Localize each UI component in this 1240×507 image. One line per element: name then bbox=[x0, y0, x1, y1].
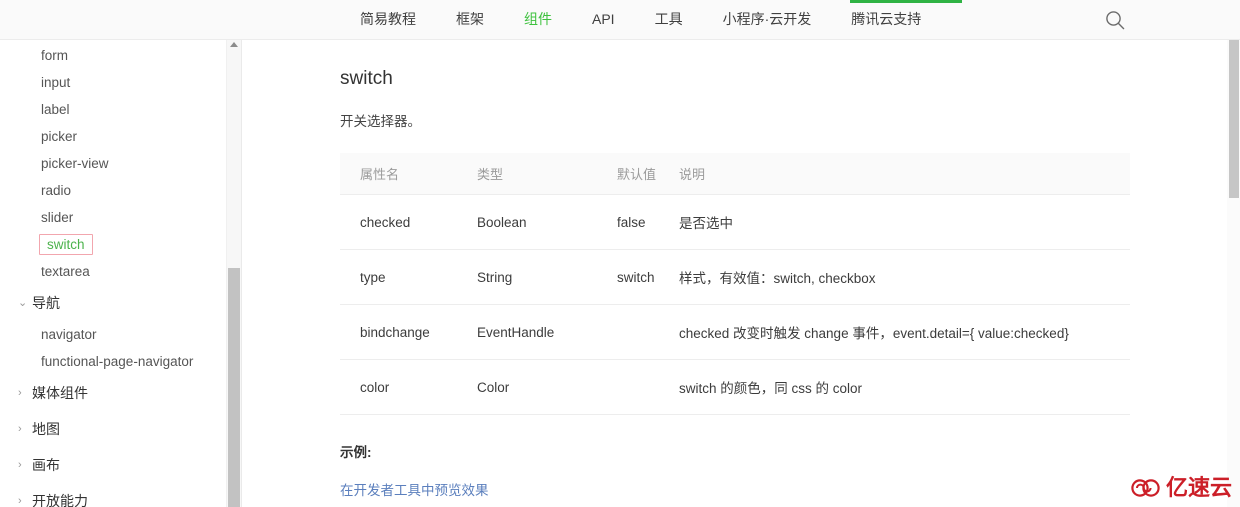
sidebar-scrollbar-thumb[interactable] bbox=[228, 268, 240, 507]
page-title: switch bbox=[340, 68, 393, 89]
watermark: 亿速云 bbox=[1131, 471, 1232, 505]
yisuyun-logo-icon bbox=[1131, 479, 1160, 497]
sidebar-item-navigator[interactable]: navigator bbox=[0, 321, 228, 348]
sidebar-group-navigation-label: 导航 bbox=[32, 295, 60, 311]
nav-item-components[interactable]: 组件 bbox=[504, 0, 572, 39]
cell-name: type bbox=[340, 249, 457, 305]
column-header-name: 属性名 bbox=[340, 153, 457, 195]
table-header-row: 属性名 类型 默认值 说明 bbox=[340, 153, 1130, 195]
cell-desc: 是否选中 bbox=[659, 194, 1130, 250]
sidebar-item-textarea[interactable]: textarea bbox=[0, 258, 228, 285]
sidebar-group-canvas-label: 画布 bbox=[32, 457, 60, 473]
nav-item-tools[interactable]: 工具 bbox=[635, 0, 703, 39]
sidebar-item-label[interactable]: label bbox=[0, 96, 228, 123]
sidebar-group-map-label: 地图 bbox=[32, 421, 60, 437]
cell-name: bindchange bbox=[340, 304, 457, 360]
column-header-type: 类型 bbox=[457, 153, 597, 195]
cell-desc: checked 改变时触发 change 事件，event.detail={ v… bbox=[659, 304, 1130, 360]
column-header-desc: 说明 bbox=[659, 153, 1130, 195]
table-row: checked Boolean false 是否选中 bbox=[340, 194, 1130, 250]
nav-item-cloud-dev[interactable]: 小程序·云开发 bbox=[703, 0, 832, 39]
page-scrollbar-thumb[interactable] bbox=[1229, 40, 1239, 198]
nav-item-framework[interactable]: 框架 bbox=[436, 0, 504, 39]
sidebar-item-picker-view[interactable]: picker-view bbox=[0, 150, 228, 177]
chevron-right-icon: › bbox=[18, 423, 22, 435]
devtools-preview-link[interactable]: 在开发者工具中预览效果 bbox=[340, 479, 489, 499]
table-row: type String switch 样式，有效值：switch, checkb… bbox=[340, 249, 1130, 305]
sidebar-group-canvas[interactable]: › 画布 bbox=[0, 447, 228, 483]
cell-default bbox=[597, 304, 659, 360]
left-sidebar: form input label picker picker-view radi… bbox=[0, 40, 242, 507]
sidebar-group-navigation[interactable]: ⌄ 导航 bbox=[0, 285, 228, 321]
cell-default: false bbox=[597, 194, 659, 250]
sidebar-item-picker[interactable]: picker bbox=[0, 123, 228, 150]
cell-name: color bbox=[340, 359, 457, 415]
sidebar-list: form input label picker picker-view radi… bbox=[0, 40, 228, 507]
cell-desc: 样式，有效值：switch, checkbox bbox=[659, 249, 1130, 305]
chevron-down-icon: ⌄ bbox=[18, 297, 28, 309]
sidebar-item-slider[interactable]: slider bbox=[0, 204, 228, 231]
example-heading: 示例: bbox=[340, 445, 372, 460]
sidebar-scrollbar[interactable] bbox=[226, 40, 241, 507]
column-header-default: 默认值 bbox=[597, 153, 659, 195]
sidebar-item-radio[interactable]: radio bbox=[0, 177, 228, 204]
nav-item-tencent-cloud[interactable]: 腾讯云支持 bbox=[831, 0, 941, 39]
sidebar-group-open-ability-label: 开放能力 bbox=[32, 493, 88, 507]
sidebar-item-form[interactable]: form bbox=[0, 42, 228, 69]
cell-default bbox=[597, 359, 659, 415]
cell-type: Color bbox=[457, 359, 597, 415]
nav-item-tutorial[interactable]: 简易教程 bbox=[340, 0, 436, 39]
sidebar-item-input[interactable]: input bbox=[0, 69, 228, 96]
chevron-right-icon: › bbox=[18, 387, 22, 399]
page-scrollbar[interactable] bbox=[1227, 40, 1240, 507]
sidebar-item-switch[interactable]: switch bbox=[39, 234, 93, 255]
cell-type: Boolean bbox=[457, 194, 597, 250]
sidebar-item-functional-page-navigator[interactable]: functional-page-navigator bbox=[0, 348, 228, 375]
attributes-table: 属性名 类型 默认值 说明 checked Boolean false 是否选中… bbox=[340, 153, 1130, 415]
doc-body: switch 开关选择器。 属性名 类型 默认值 说明 checked Bool… bbox=[340, 40, 1130, 507]
table-row: color Color switch 的颜色，同 css 的 color bbox=[340, 359, 1130, 415]
top-nav: 简易教程 框架 组件 API 工具 小程序·云开发 腾讯云支持 bbox=[340, 0, 941, 39]
main-content: switch 开关选择器。 属性名 类型 默认值 说明 checked Bool… bbox=[243, 40, 1227, 507]
top-header: 简易教程 框架 组件 API 工具 小程序·云开发 腾讯云支持 bbox=[0, 0, 1240, 40]
cell-type: String bbox=[457, 249, 597, 305]
cell-type: EventHandle bbox=[457, 304, 597, 360]
page-description: 开关选择器。 bbox=[340, 114, 421, 129]
sidebar-group-media-label: 媒体组件 bbox=[32, 385, 88, 401]
nav-item-api[interactable]: API bbox=[572, 0, 635, 39]
sidebar-group-map[interactable]: › 地图 bbox=[0, 411, 228, 447]
scroll-up-arrow-icon[interactable] bbox=[230, 42, 238, 47]
chevron-right-icon: › bbox=[18, 459, 22, 471]
watermark-text: 亿速云 bbox=[1165, 475, 1232, 500]
cell-desc: switch 的颜色，同 css 的 color bbox=[659, 359, 1130, 415]
sidebar-group-open-ability[interactable]: › 开放能力 bbox=[0, 483, 228, 507]
cell-default: switch bbox=[597, 249, 659, 305]
chevron-right-icon: › bbox=[18, 495, 22, 507]
sidebar-group-media[interactable]: › 媒体组件 bbox=[0, 375, 228, 411]
search-icon[interactable] bbox=[1104, 9, 1126, 31]
table-row: bindchange EventHandle checked 改变时触发 cha… bbox=[340, 304, 1130, 360]
cell-name: checked bbox=[340, 194, 457, 250]
